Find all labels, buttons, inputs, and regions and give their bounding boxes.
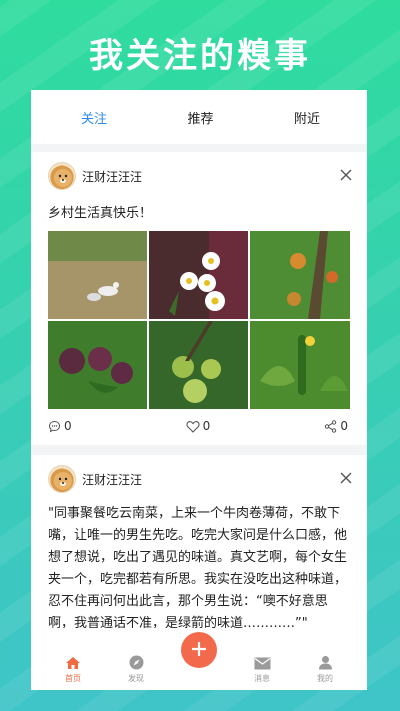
- photo-grid: [48, 231, 350, 411]
- tab-nearby[interactable]: 附近: [287, 108, 327, 127]
- tab-bar: 关注 推荐 附近: [31, 90, 367, 152]
- divider: [31, 445, 367, 455]
- bottom-nav: 首页 发现 消息 我的: [31, 628, 367, 690]
- nav-discover[interactable]: 发现: [118, 655, 154, 684]
- post-card: 汪财汪汪汪 "同事聚餐吃云南菜，上来一个牛肉卷薄荷，不敢下嘴，让唯一的男生先吃。…: [31, 455, 367, 635]
- nav-profile[interactable]: 我的: [307, 655, 343, 684]
- plus-icon: [192, 641, 206, 656]
- daisy-photo[interactable]: [149, 231, 248, 319]
- nav-home[interactable]: 首页: [55, 656, 91, 684]
- nav-home-label: 首页: [65, 674, 81, 683]
- username[interactable]: 汪财汪汪汪: [82, 168, 142, 185]
- share-count[interactable]: 0: [324, 419, 348, 433]
- share-icon: [325, 419, 337, 433]
- nav-discover-label: 发现: [128, 674, 144, 683]
- duck-photo[interactable]: [48, 231, 147, 319]
- comment-count[interactable]: 0: [48, 419, 72, 433]
- comment-count-value: 0: [64, 419, 72, 433]
- heart-icon: [186, 420, 200, 433]
- post-header: 汪财汪汪汪: [48, 152, 350, 192]
- banner-title: 我关注的糗事: [89, 36, 311, 76]
- like-count[interactable]: 0: [186, 419, 211, 433]
- nav-profile-label: 我的: [317, 674, 333, 683]
- tab-following[interactable]: 关注: [74, 108, 114, 127]
- nav-messages[interactable]: 消息: [244, 657, 280, 684]
- post-text: "同事聚餐吃云南菜，上来一个牛肉卷薄荷，不敢下嘴，让唯一的男生先吃。吃完大家问是…: [48, 506, 348, 631]
- green-fruit-photo[interactable]: [149, 321, 248, 409]
- publish-button[interactable]: [181, 632, 217, 668]
- home-icon: [66, 657, 80, 669]
- post-card: 汪财汪汪汪 乡村生活真快乐！ 0 0 0: [31, 152, 367, 441]
- cucumber-photo[interactable]: [250, 321, 350, 409]
- nav-messages-label: 消息: [254, 674, 270, 683]
- post-header: 汪财汪汪汪: [48, 455, 350, 495]
- post-text: 乡村生活真快乐！: [48, 206, 153, 221]
- app-screen: 关注 推荐 附近 汪财汪汪汪 乡村生活真快乐！ 0 0 0 汪财汪汪汪 "同事聚…: [31, 90, 367, 690]
- close-icon[interactable]: [339, 168, 353, 182]
- user-icon: [318, 656, 332, 670]
- username[interactable]: 汪财汪汪汪: [82, 471, 142, 488]
- plum-photo[interactable]: [48, 321, 147, 409]
- nav-publish[interactable]: [181, 632, 217, 684]
- comment-icon: [48, 420, 61, 432]
- avatar[interactable]: [48, 465, 76, 493]
- share-count-value: 0: [340, 419, 348, 433]
- post-stats: 0 0 0: [48, 411, 350, 441]
- mail-icon: [254, 657, 270, 670]
- close-icon[interactable]: [339, 471, 353, 485]
- tab-recommended[interactable]: 推荐: [181, 108, 221, 127]
- compass-icon: [129, 655, 143, 670]
- fruit-tree-photo[interactable]: [250, 231, 350, 319]
- avatar[interactable]: [48, 162, 76, 190]
- like-count-value: 0: [202, 419, 211, 433]
